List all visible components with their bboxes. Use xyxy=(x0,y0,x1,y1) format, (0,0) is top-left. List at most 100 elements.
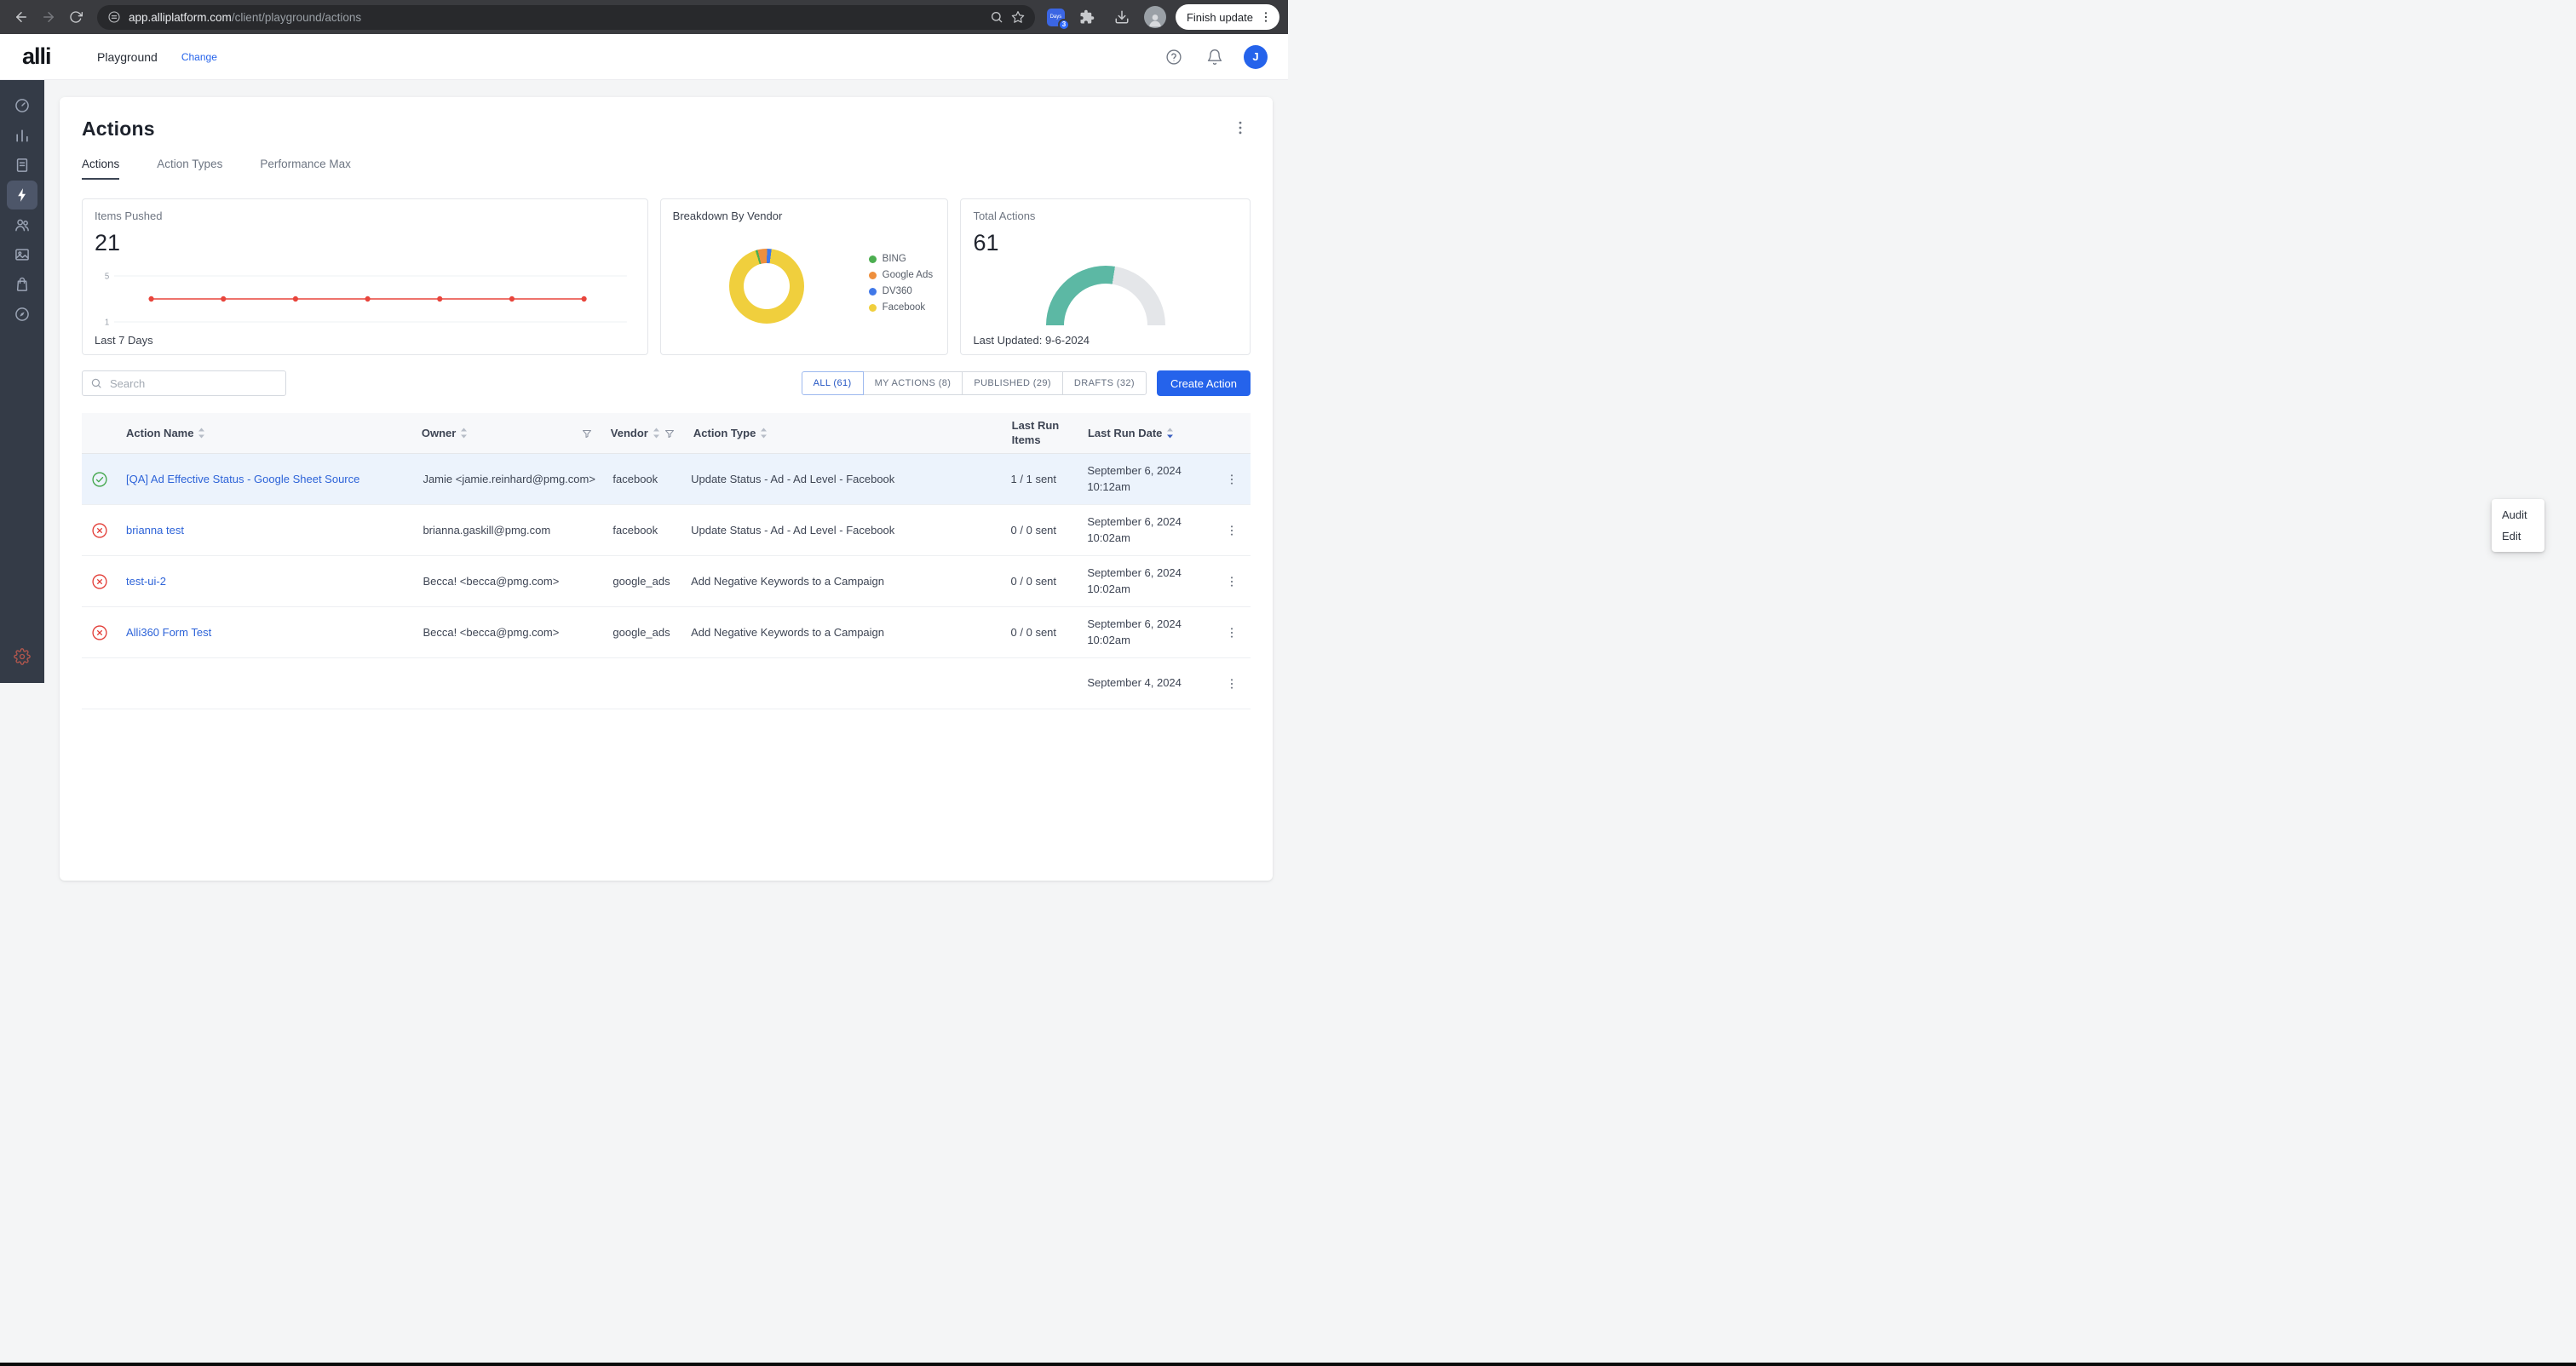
browser-refresh-button[interactable] xyxy=(63,4,89,30)
sidebar-item-shopping[interactable] xyxy=(7,270,37,299)
total-actions-card: Total Actions 61 Last Updated: 9-6-2024 xyxy=(960,198,1251,355)
legend-dot-facebook xyxy=(868,303,877,312)
actions-table: Action Name Owner Vendor Action Type Las… xyxy=(82,413,1251,709)
sidebar-item-dashboard[interactable] xyxy=(7,91,37,120)
table-row[interactable]: Alli360 Form Test Becca! <becca@pmg.com>… xyxy=(82,607,1251,658)
sort-icon[interactable] xyxy=(653,428,660,439)
create-action-button[interactable]: Create Action xyxy=(1156,370,1251,396)
filter-all[interactable]: ALL (61) xyxy=(801,371,864,395)
items-pushed-card: Items Pushed 21 51 Last 7 Days xyxy=(82,198,648,355)
row-menu-kebab-icon[interactable] xyxy=(1220,570,1244,594)
filter-published[interactable]: PUBLISHED (29) xyxy=(962,371,1063,395)
help-icon[interactable] xyxy=(1165,49,1182,66)
sidebar-item-actions[interactable] xyxy=(7,181,37,209)
search-box[interactable] xyxy=(82,370,286,396)
sort-icon[interactable] xyxy=(198,428,205,439)
bar-chart-icon xyxy=(16,129,28,142)
vendor-breakdown-card: Breakdown By Vendor BING Google Ads DV36… xyxy=(659,198,949,355)
row-menu-kebab-icon[interactable] xyxy=(1220,519,1244,542)
last-run-date-cell: September 6, 2024 10:02am xyxy=(1087,566,1182,595)
last-run-items-cell: 0 / 0 sent xyxy=(1010,524,1057,537)
row-menu-kebab-icon[interactable] xyxy=(1220,621,1244,645)
search-input[interactable] xyxy=(108,376,278,391)
extension-badge-count: 3 xyxy=(1057,18,1070,31)
tab-action-types[interactable]: Action Types xyxy=(157,158,222,180)
site-info-icon[interactable] xyxy=(107,10,121,24)
browser-menu-kebab-icon[interactable] xyxy=(1255,6,1277,28)
vendor-legend: BING Google Ads DV360 Facebook xyxy=(868,254,933,313)
address-bar[interactable]: app.alliplatform.com/client/playground/a… xyxy=(97,4,1035,30)
sidebar-item-settings[interactable] xyxy=(7,642,37,671)
tab-performance-max[interactable]: Performance Max xyxy=(260,158,351,180)
row-menu-kebab-icon[interactable] xyxy=(1220,672,1244,696)
tab-actions[interactable]: Actions xyxy=(82,158,120,180)
sidebar-item-reports[interactable] xyxy=(7,151,37,180)
menu-item-audit[interactable]: Audit xyxy=(2492,504,2544,525)
table-row-partial[interactable]: September 4, 2024 xyxy=(82,658,1251,709)
sidebar-item-explore[interactable] xyxy=(7,300,37,329)
user-avatar[interactable]: J xyxy=(1244,44,1268,69)
owner-cell: Becca! <becca@pmg.com> xyxy=(423,575,560,588)
sort-icon[interactable] xyxy=(460,428,468,439)
alli-logo[interactable]: alli xyxy=(22,43,97,70)
vendor-donut-chart xyxy=(728,249,804,324)
vendor-cell: facebook xyxy=(612,524,658,537)
col-last-run-date[interactable]: Last Run Date xyxy=(1088,427,1213,439)
vendor-filter-funnel-icon[interactable] xyxy=(664,428,675,439)
url-text: app.alliplatform.com/client/playground/a… xyxy=(129,11,982,24)
change-workspace-link[interactable]: Change xyxy=(181,51,217,63)
last-run-items-cell: 0 / 0 sent xyxy=(1010,575,1057,588)
filter-my-actions[interactable]: MY ACTIONS (8) xyxy=(862,371,963,395)
col-action-name[interactable]: Action Name xyxy=(126,427,422,439)
sidebar-item-audiences[interactable] xyxy=(7,210,37,239)
filter-drafts[interactable]: DRAFTS (32) xyxy=(1061,371,1147,395)
notifications-bell-icon[interactable] xyxy=(1206,49,1223,66)
main-content: Actions Actions Action Types Performance… xyxy=(44,80,1288,881)
menu-item-edit[interactable]: Edit xyxy=(2492,525,2544,547)
finish-update-button[interactable]: Finish update xyxy=(1175,4,1279,30)
sort-icon-active[interactable] xyxy=(1166,428,1174,439)
action-type-cell: Update Status - Ad - Ad Level - Facebook xyxy=(691,473,895,485)
zoom-icon[interactable] xyxy=(990,10,1003,24)
success-status-icon xyxy=(92,471,107,487)
table-row[interactable]: brianna test brianna.gaskill@pmg.com fac… xyxy=(82,505,1251,556)
downloads-icon[interactable] xyxy=(1109,4,1135,30)
extensions-puzzle-icon[interactable] xyxy=(1074,4,1100,30)
bookmark-star-icon[interactable] xyxy=(1011,10,1025,24)
action-name-link[interactable]: test-ui-2 xyxy=(126,575,423,588)
browser-chrome: app.alliplatform.com/client/playground/a… xyxy=(0,0,1288,34)
browser-back-button[interactable] xyxy=(9,4,34,30)
error-status-icon xyxy=(92,624,107,640)
extension-badge[interactable]: Days 3 xyxy=(1046,8,1070,31)
speedometer-icon xyxy=(15,99,29,112)
col-vendor[interactable]: Vendor xyxy=(611,427,693,439)
owner-filter-funnel-icon[interactable] xyxy=(582,428,592,439)
action-name-link[interactable]: brianna test xyxy=(126,524,423,537)
browser-forward-button[interactable] xyxy=(36,4,61,30)
row-menu-kebab-icon[interactable] xyxy=(1220,468,1244,491)
error-status-icon xyxy=(92,573,107,589)
action-name-link[interactable]: Alli360 Form Test xyxy=(126,626,423,639)
sort-icon[interactable] xyxy=(760,428,768,439)
table-toolbar: ALL (61) MY ACTIONS (8) PUBLISHED (29) D… xyxy=(82,370,1251,396)
sidebar-item-creative[interactable] xyxy=(7,240,37,269)
sidebar-nav xyxy=(0,80,44,683)
table-header: Action Name Owner Vendor Action Type Las… xyxy=(82,413,1251,454)
lightning-bolt-icon xyxy=(18,188,26,202)
total-actions-footer: Last Updated: 9-6-2024 xyxy=(973,334,1090,347)
sidebar-item-analytics[interactable] xyxy=(7,121,37,150)
page-menu-kebab-icon[interactable] xyxy=(1230,118,1251,138)
last-run-date-cell: September 6, 2024 10:12am xyxy=(1087,464,1182,493)
table-row[interactable]: [QA] Ad Effective Status - Google Sheet … xyxy=(82,454,1251,505)
action-name-link[interactable]: [QA] Ad Effective Status - Google Sheet … xyxy=(126,473,423,485)
browser-profile-avatar[interactable] xyxy=(1143,6,1166,28)
col-action-type[interactable]: Action Type xyxy=(693,427,1012,439)
action-type-cell: Update Status - Ad - Ad Level - Facebook xyxy=(691,524,895,537)
vendor-cell: facebook xyxy=(612,473,658,485)
col-owner[interactable]: Owner xyxy=(422,427,611,439)
table-row[interactable]: test-ui-2 Becca! <becca@pmg.com> google_… xyxy=(82,556,1251,607)
vendor-cell: google_ads xyxy=(612,626,670,639)
legend-item-dv360: DV360 xyxy=(868,286,933,296)
extension-badge-label: Days xyxy=(1049,14,1062,20)
last-run-items-cell: 1 / 1 sent xyxy=(1010,473,1057,485)
